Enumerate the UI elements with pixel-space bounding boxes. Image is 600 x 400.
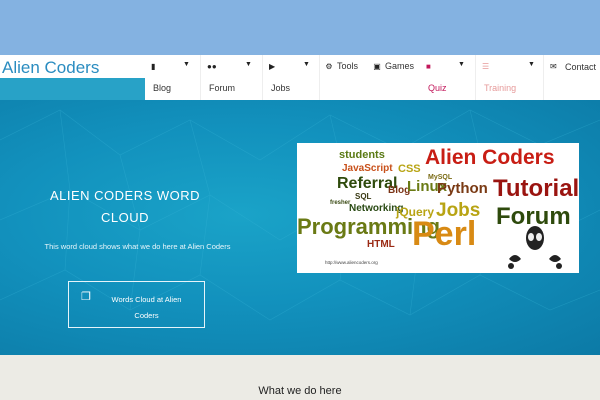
word-javascript: JavaScript bbox=[342, 163, 393, 174]
nav-games[interactable]: ▣ Games bbox=[372, 55, 420, 78]
nav-quiz-label: Quiz bbox=[428, 83, 447, 93]
word-html: HTML bbox=[367, 239, 395, 250]
caret-down-icon[interactable]: ▼ bbox=[458, 61, 465, 68]
nav-jobs-label: Jobs bbox=[271, 83, 291, 93]
word-cloud-button-label: Words Cloud at Alien Coders bbox=[111, 295, 182, 320]
nav-quiz[interactable]: ■ ▼ Quiz bbox=[420, 55, 476, 100]
word-sql: SQL bbox=[355, 192, 372, 201]
bookmark-icon: ▮ bbox=[151, 62, 156, 71]
puzzle-icon: ■ bbox=[426, 62, 431, 71]
nav-games-label: Games bbox=[385, 61, 415, 71]
word-cloud-button[interactable]: ❐ Words Cloud at Alien Coders bbox=[68, 281, 205, 328]
envelope-icon: ✉ bbox=[550, 62, 557, 71]
main-navbar: Alien Coders ▮ ▼ Blog ●● ▼ Forum ▶ ▼ Job… bbox=[0, 55, 600, 100]
word-alien-coders: Alien Coders bbox=[425, 146, 555, 169]
top-banner bbox=[0, 0, 600, 55]
nav-contact[interactable]: ✉ Contact bbox=[544, 55, 600, 100]
brand-logo-link[interactable]: Alien Coders bbox=[0, 55, 145, 78]
gamepad-icon: ▣ bbox=[373, 62, 381, 71]
section-title: What we do here bbox=[258, 385, 342, 397]
nav-blog[interactable]: ▮ ▼ Blog bbox=[145, 55, 201, 100]
nav-contact-label: Contact bbox=[565, 62, 597, 72]
caret-down-icon[interactable]: ▼ bbox=[245, 61, 252, 68]
nav-blog-label: Blog bbox=[153, 83, 172, 93]
nav-forum-label: Forum bbox=[209, 83, 236, 93]
caret-down-icon[interactable]: ▼ bbox=[528, 61, 535, 68]
list-icon: ☰ bbox=[482, 62, 490, 71]
word-cloud-image: students Alien Coders JavaScript CSS MyS… bbox=[297, 143, 579, 273]
word-students: students bbox=[339, 149, 385, 161]
nav-training-label: Training bbox=[484, 83, 517, 93]
hero-section: ALIEN CODERS WORD CLOUD This word cloud … bbox=[0, 100, 600, 355]
megaphone-icon: ▶ bbox=[269, 62, 276, 71]
word-css: CSS bbox=[398, 163, 421, 175]
hero-title: ALIEN CODERS WORD CLOUD bbox=[49, 188, 201, 225]
nav-forum[interactable]: ●● ▼ Forum bbox=[201, 55, 263, 100]
brand-underlay bbox=[0, 78, 145, 100]
alien-mascot-icon bbox=[508, 226, 562, 269]
nav-jobs[interactable]: ▶ ▼ Jobs bbox=[263, 55, 320, 100]
hero-description: This word cloud shows what we do here at… bbox=[44, 242, 231, 251]
word-tutorials: Tutorials bbox=[493, 175, 579, 202]
copy-icon: ❐ bbox=[81, 291, 91, 303]
word-python: Python bbox=[437, 180, 488, 197]
nav-training[interactable]: ☰ ▼ Training bbox=[476, 55, 544, 100]
wordcloud-url: http://www.aliencoders.org bbox=[325, 260, 378, 265]
nav-tools[interactable]: ⚙ Tools bbox=[324, 55, 369, 78]
what-we-do-section: What we do here bbox=[0, 355, 600, 400]
users-icon: ●● bbox=[207, 62, 217, 71]
caret-down-icon[interactable]: ▼ bbox=[303, 61, 310, 68]
word-perl: Perl bbox=[412, 215, 477, 253]
word-fresher: fresher bbox=[330, 200, 351, 206]
gears-icon: ⚙ bbox=[325, 62, 333, 71]
nav-tools-label: Tools bbox=[337, 61, 359, 71]
caret-down-icon[interactable]: ▼ bbox=[183, 61, 190, 68]
